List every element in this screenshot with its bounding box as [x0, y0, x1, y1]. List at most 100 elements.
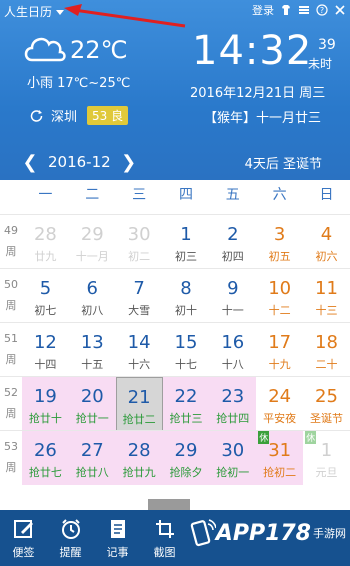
lunar-label: 十五 — [81, 358, 104, 371]
calendar-day[interactable]: 27 抢廿八 — [68, 431, 116, 485]
calendar-grid: 49 周 28 廿九 29 十一月 30 初二 1 初三 2 初四 3 初五 4 初六 50 周 5 初七 6 初八 7 大雪… — [0, 214, 350, 485]
day-number: 29 — [80, 224, 104, 245]
lunar-label: 十二 — [268, 304, 291, 317]
toolbar-button-screenshot[interactable]: 截图 — [141, 510, 188, 566]
week-number-value: 52 — [4, 386, 18, 399]
day-number: 17 — [268, 332, 292, 353]
note-pen-icon — [13, 520, 33, 538]
calendar-day[interactable]: 14 十六 — [116, 323, 163, 377]
lunar-label: 二十 — [315, 358, 338, 371]
current-temperature: 22℃ — [70, 36, 128, 64]
app-title: 人生日历 — [4, 5, 53, 19]
week-row: 51 周 12 十四 13 十五 14 十六 15 十七 16 十八 17 十九 18 二十 — [0, 322, 350, 376]
lunar-label: 大雪 — [128, 304, 151, 317]
app-menu-button[interactable]: 人生日历 — [4, 3, 65, 20]
calendar-day[interactable]: 28 廿九 — [22, 215, 69, 269]
day-number: 29 — [174, 440, 198, 461]
city-row[interactable]: 深圳 53 良 — [30, 106, 129, 125]
calendar-day[interactable]: 29 抢除夕 — [162, 431, 210, 485]
calendar-day-today[interactable]: 21 抢廿二 — [115, 377, 163, 431]
skin-shirt-icon[interactable] — [280, 4, 292, 16]
calendar-day[interactable]: 9 十一 — [209, 269, 256, 323]
calendar-day[interactable]: 13 十五 — [69, 323, 116, 377]
calendar-day[interactable]: 休 31 抢初二 — [256, 431, 304, 485]
calendar-day[interactable]: 24 平安夜 — [256, 377, 303, 431]
calendar-day[interactable]: 23 抢廿四 — [209, 377, 257, 431]
menu-icon[interactable] — [298, 4, 310, 16]
toolbar-button-note[interactable]: 便签 — [0, 510, 47, 566]
day-number: 28 — [127, 440, 151, 461]
calendar-day[interactable]: 10 十二 — [256, 269, 303, 323]
toolbar-label: 提醒 — [59, 546, 82, 559]
calendar-day[interactable]: 16 十八 — [209, 323, 256, 377]
toolbar-label: 记事 — [106, 546, 129, 559]
calendar-day[interactable]: 30 初二 — [116, 215, 163, 269]
lunar-label: 圣诞节 — [309, 412, 343, 425]
lunar-label: 抢廿八 — [75, 466, 109, 479]
lunar-label: 十九 — [268, 358, 291, 371]
day-number: 21 — [127, 387, 151, 408]
calendar-day[interactable]: 22 抢廿三 — [162, 377, 210, 431]
help-icon[interactable]: ? — [316, 4, 328, 16]
toolbar-label: 截图 — [153, 546, 176, 559]
toolbar-button-notebook[interactable]: 记事 — [94, 510, 141, 566]
annotation-arrow-icon — [64, 4, 186, 28]
calendar-day[interactable]: 休 1 元旦 — [303, 431, 350, 485]
calendar-day[interactable]: 30 抢初一 — [209, 431, 257, 485]
city-name: 深圳 — [51, 110, 78, 125]
notebook-icon — [110, 520, 125, 538]
next-month-icon[interactable]: ❯ — [119, 152, 139, 173]
lunar-label: 初二 — [128, 250, 151, 263]
week-number-value: 53 — [4, 440, 18, 453]
calendar-day[interactable]: 28 抢廿九 — [115, 431, 163, 485]
calendar-day[interactable]: 6 初八 — [69, 269, 116, 323]
refresh-icon[interactable] — [30, 109, 43, 122]
clock-time: 14:32 — [192, 28, 313, 74]
calendar-day[interactable]: 29 十一月 — [69, 215, 116, 269]
calendar-day[interactable]: 20 抢廿一 — [68, 377, 116, 431]
lunar-label: 初三 — [174, 250, 197, 263]
day-number: 24 — [268, 386, 292, 407]
calendar-day[interactable]: 2 初四 — [209, 215, 256, 269]
lunar-label: 抢初一 — [216, 466, 250, 479]
calendar-day[interactable]: 18 二十 — [303, 323, 350, 377]
close-icon[interactable] — [334, 4, 346, 16]
calendar-day[interactable]: 3 初五 — [256, 215, 303, 269]
calendar-day[interactable]: 7 大雪 — [116, 269, 163, 323]
calendar-day[interactable]: 8 初十 — [163, 269, 210, 323]
toolbar-button-reminder[interactable]: 提醒 — [47, 510, 94, 566]
lunar-label: 抢廿九 — [122, 466, 156, 479]
aqi-value: 53 — [92, 109, 108, 123]
week-number: 52 周 — [0, 377, 22, 430]
lunar-label: 初八 — [81, 304, 104, 317]
day-number: 6 — [86, 278, 98, 299]
gregorian-date: 2016年12月21日 周三 — [190, 86, 326, 101]
week-number: 49 周 — [0, 215, 22, 268]
calendar-day[interactable]: 25 圣诞节 — [303, 377, 350, 431]
calendar-day[interactable]: 5 初七 — [22, 269, 69, 323]
week-number: 51 周 — [0, 323, 22, 376]
lunar-label: 抢廿四 — [216, 412, 250, 425]
day-number: 2 — [227, 224, 239, 245]
weeknum-spacer — [0, 180, 22, 210]
calendar-day[interactable]: 12 十四 — [22, 323, 69, 377]
week-number-unit: 周 — [5, 407, 17, 420]
day-number: 20 — [80, 386, 104, 407]
prev-month-icon[interactable]: ❮ — [20, 152, 40, 173]
week-row: 53 周 26 抢廿七 27 抢廿八 28 抢廿九 29 抢除夕 30 抢初一休 31 抢初二休 1 元旦 — [0, 430, 350, 485]
calendar-day[interactable]: 17 十九 — [256, 323, 303, 377]
calendar-day[interactable]: 26 抢廿七 — [22, 431, 69, 485]
calendar-day[interactable]: 4 初六 — [303, 215, 350, 269]
day-number: 1 — [180, 224, 192, 245]
login-link[interactable]: 登录 — [252, 2, 274, 18]
week-row: 50 周 5 初七 6 初八 7 大雪 8 初十 9 十一 10 十二 11 十三 — [0, 268, 350, 322]
festival-countdown[interactable]: 4天后 圣诞节 — [245, 153, 322, 172]
calendar-day[interactable]: 1 初三 — [163, 215, 210, 269]
calendar-day[interactable]: 15 十七 — [163, 323, 210, 377]
month-label[interactable]: 2016-12 — [48, 153, 111, 171]
lunar-label: 元旦 — [315, 466, 338, 479]
calendar-day[interactable]: 11 十三 — [303, 269, 350, 323]
calendar-day[interactable]: 19 抢廿十 — [22, 377, 69, 431]
day-number: 7 — [133, 278, 145, 299]
weekday-label: 一 — [38, 187, 53, 203]
